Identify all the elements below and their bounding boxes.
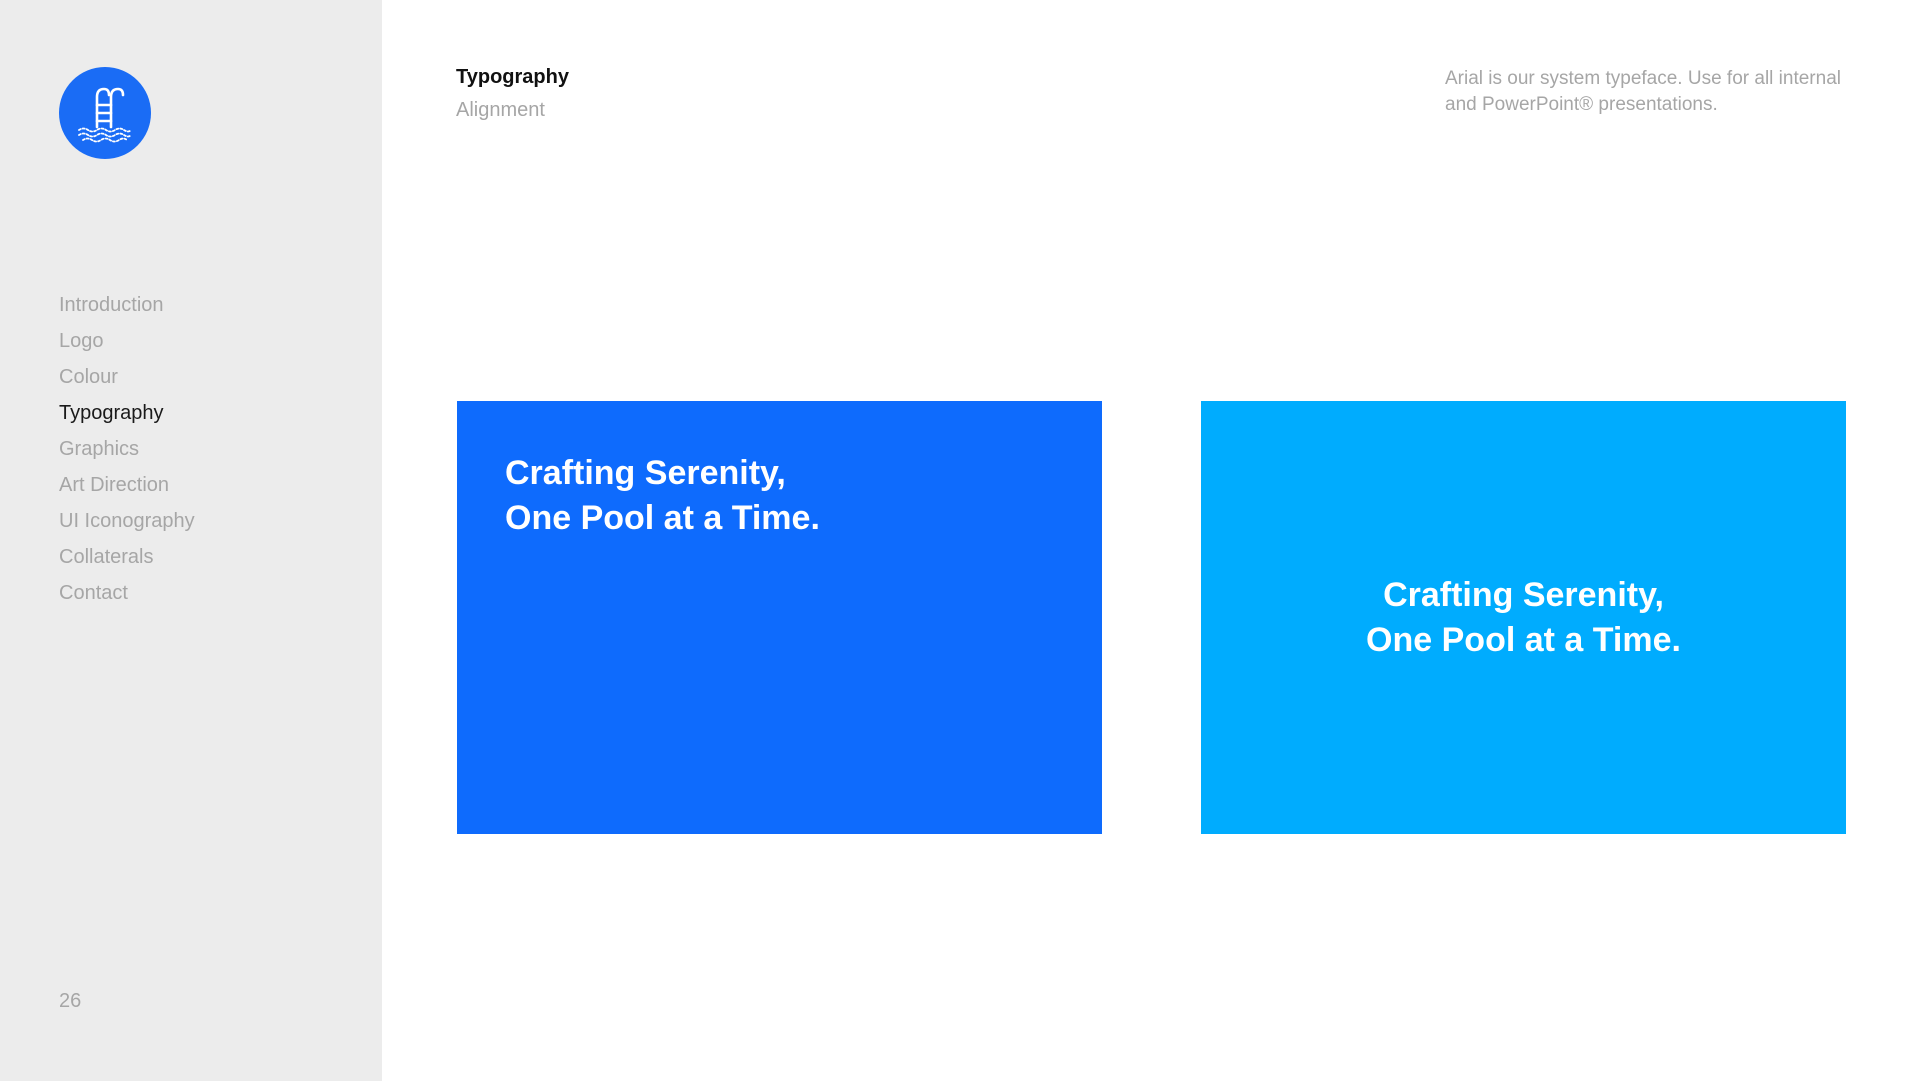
left-aligned-headline: Crafting Serenity, One Pool at a Time. xyxy=(505,451,820,541)
headline-line-2: One Pool at a Time. xyxy=(505,499,820,537)
sidebar-nav: Introduction Logo Colour Typography Grap… xyxy=(59,287,195,611)
nav-item-typography[interactable]: Typography xyxy=(59,395,195,431)
sidebar: Introduction Logo Colour Typography Grap… xyxy=(0,0,382,1081)
nav-item-introduction[interactable]: Introduction xyxy=(59,287,195,323)
section-subtitle: Alignment xyxy=(456,99,545,121)
headline-line-1: Crafting Serenity, xyxy=(505,454,786,492)
nav-item-ui-iconography[interactable]: UI Iconography xyxy=(59,503,195,539)
center-aligned-example-card: Crafting Serenity, One Pool at a Time. xyxy=(1201,401,1846,834)
left-aligned-example-card: Crafting Serenity, One Pool at a Time. xyxy=(457,401,1102,834)
nav-item-contact[interactable]: Contact xyxy=(59,575,195,611)
pool-ladder-icon xyxy=(78,87,132,143)
headline-line-2: One Pool at a Time. xyxy=(1366,621,1681,659)
typeface-description: Arial is our system typeface. Use for al… xyxy=(1445,68,1841,115)
nav-item-art-direction[interactable]: Art Direction xyxy=(59,467,195,503)
headline-line-1: Crafting Serenity, xyxy=(1383,576,1664,614)
section-title: Typography xyxy=(456,66,569,88)
nav-item-colour[interactable]: Colour xyxy=(59,359,195,395)
page-number: 26 xyxy=(59,990,82,1012)
nav-item-collaterals[interactable]: Collaterals xyxy=(59,539,195,575)
center-aligned-headline: Crafting Serenity, One Pool at a Time. xyxy=(1201,573,1846,663)
brand-logo[interactable] xyxy=(59,67,151,159)
nav-item-logo[interactable]: Logo xyxy=(59,323,195,359)
nav-item-graphics[interactable]: Graphics xyxy=(59,431,195,467)
